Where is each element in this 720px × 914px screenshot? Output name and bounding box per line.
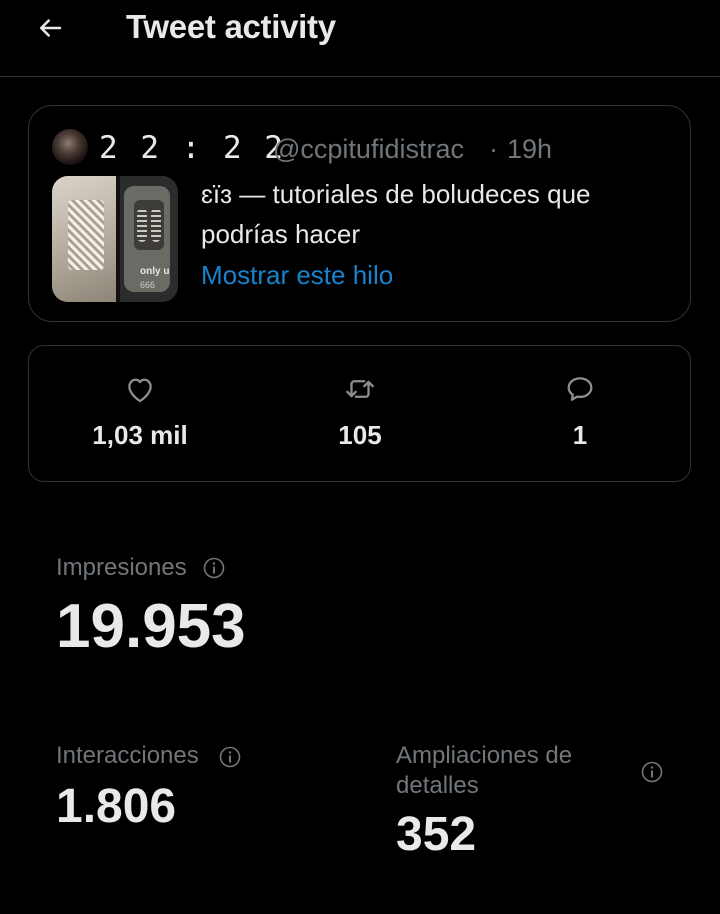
thumbnail-caption: only u: [140, 266, 170, 277]
info-icon[interactable]: [202, 556, 226, 580]
detail-expands-label: Ampliaciones de detalles: [396, 742, 573, 799]
show-thread-link[interactable]: Mostrar este hilo: [201, 258, 393, 292]
separator-dot: ·: [489, 134, 498, 164]
likes-stat: 1,03 mil: [50, 372, 230, 450]
reply-icon: [567, 377, 593, 401]
top-bar: Tweet activity: [0, 0, 720, 77]
impressions-value: 19.953: [56, 592, 246, 661]
retweets-stat: 105: [270, 372, 450, 450]
impressions-label: Impresiones: [56, 554, 187, 581]
detail-expands-value: 352: [396, 808, 477, 861]
thumbnail-phone-case: only u 666: [124, 186, 170, 292]
replies-count: 1: [572, 420, 588, 450]
avatar[interactable]: [52, 129, 88, 165]
retweets-count: 105: [338, 420, 382, 450]
back-button[interactable]: [30, 8, 70, 48]
thumbnail-photo-left: [52, 176, 116, 302]
thumbnail-photo-right: only u 666: [120, 176, 178, 302]
engagement-summary-card: 1,03 mil 105 1: [28, 345, 691, 482]
tweet-preview-card[interactable]: 2 2 : 2 2 @ccpitufidistrac · 19h only u …: [28, 105, 691, 322]
media-thumbnail[interactable]: only u 666: [52, 176, 178, 302]
tweet-timestamp[interactable]: 19h: [507, 134, 552, 164]
info-icon[interactable]: [218, 745, 242, 769]
author-name[interactable]: 2 2 : 2 2: [99, 130, 285, 166]
interactions-value: 1.806: [56, 780, 177, 833]
arrow-left-icon: [40, 19, 62, 37]
author-handle[interactable]: @ccpitufidistrac: [273, 134, 464, 164]
info-icon[interactable]: [640, 760, 664, 784]
interactions-label: Interacciones: [56, 742, 199, 769]
replies-stat: 1: [490, 372, 670, 450]
likes-count: 1,03 mil: [92, 420, 188, 450]
page-title: Tweet activity: [126, 8, 336, 45]
thumbnail-subcaption: 666: [140, 280, 156, 290]
heart-icon: [128, 378, 152, 403]
thumbnail-artwork: [134, 200, 164, 250]
retweet-icon: [346, 380, 374, 398]
tweet-text: ɛïɜ — tutoriales de boludeces que podría…: [201, 179, 591, 249]
